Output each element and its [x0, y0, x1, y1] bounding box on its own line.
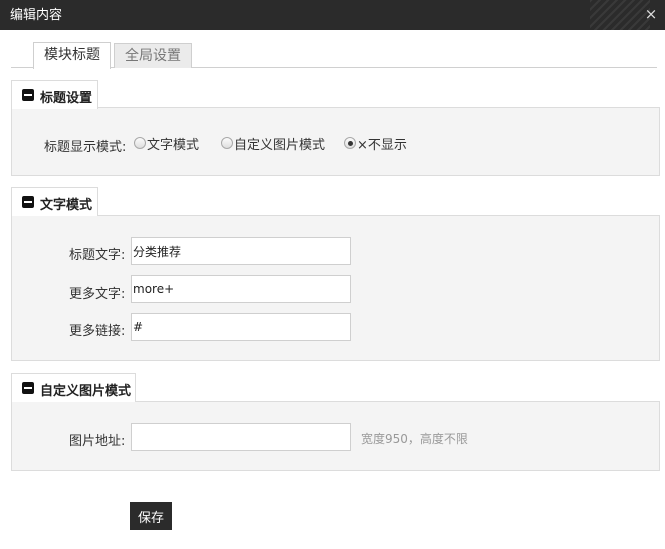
close-icon[interactable]: ×	[643, 6, 659, 22]
radio-image-mode-label: 自定义图片模式	[234, 137, 326, 153]
more-link-input[interactable]	[131, 313, 351, 341]
radio-circle[interactable]	[134, 137, 146, 149]
dialog-title: 编辑内容	[10, 8, 63, 23]
radio-circle[interactable]	[221, 137, 233, 149]
titlebar-decoration	[590, 0, 650, 30]
radio-hide-label: ×不显示	[357, 137, 407, 153]
radio-text-mode[interactable]: 文字模式	[134, 135, 200, 153]
title-mode-label: 标题显示模式:	[44, 140, 127, 155]
title-settings-header[interactable]: 标题设置	[11, 80, 98, 109]
title-text-label: 标题文字:	[69, 248, 126, 263]
image-size-hint: 宽度950，高度不限	[361, 432, 468, 446]
dialog-titlebar: 编辑内容 ×	[0, 0, 665, 30]
more-link-label: 更多链接:	[69, 324, 126, 339]
text-mode-header[interactable]: 文字模式	[11, 187, 98, 216]
image-mode-header[interactable]: 自定义图片模式	[11, 373, 136, 402]
collapse-icon[interactable]	[22, 382, 34, 394]
tab-bar: 模块标题 全局设置	[11, 40, 657, 69]
radio-text-mode-label: 文字模式	[147, 137, 200, 153]
image-url-label: 图片地址:	[69, 434, 126, 449]
collapse-icon[interactable]	[22, 89, 34, 101]
collapse-icon[interactable]	[22, 196, 34, 208]
tab-global-settings[interactable]: 全局设置	[114, 43, 192, 68]
radio-image-mode[interactable]: 自定义图片模式	[221, 135, 326, 153]
tab-module-title[interactable]: 模块标题	[33, 42, 111, 69]
more-text-input[interactable]	[131, 275, 351, 303]
save-button[interactable]: 保存	[130, 502, 172, 530]
radio-circle-checked[interactable]	[344, 137, 356, 149]
title-settings-header-label: 标题设置	[40, 91, 93, 106]
title-text-input[interactable]	[131, 237, 351, 265]
image-url-input[interactable]	[131, 423, 351, 451]
text-mode-header-label: 文字模式	[40, 198, 93, 213]
radio-hide[interactable]: ×不显示	[344, 135, 407, 153]
image-mode-header-label: 自定义图片模式	[40, 384, 132, 399]
more-text-label: 更多文字:	[69, 287, 126, 302]
